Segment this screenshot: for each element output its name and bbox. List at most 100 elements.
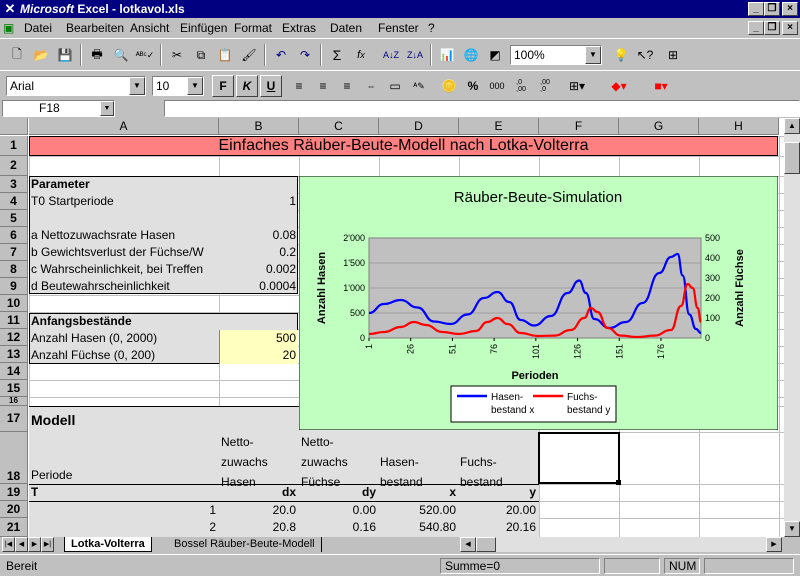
new-file-icon[interactable]: 🗋 — [6, 44, 28, 66]
select-all-corner[interactable] — [0, 118, 28, 135]
r20-d[interactable]: 520.00 — [380, 503, 456, 517]
minimize-icon[interactable]: _ — [748, 2, 764, 16]
col-b-header[interactable]: Netto- zuwachs Hasen — [221, 432, 268, 492]
spreadsheet-grid[interactable]: ABCDEFGH 1 2 3 4 5 6 7 8 9 10 11 12 13 14 15 16 17 18 19 20… — [0, 118, 784, 537]
save-icon[interactable]: 💾 — [54, 44, 76, 66]
col-header-c[interactable]: C — [299, 118, 379, 135]
document-icon[interactable]: ▣ — [3, 21, 14, 35]
borders-icon[interactable]: ⊞▾ — [566, 75, 588, 97]
col-c-header[interactable]: Netto- zuwachs Füchse — [301, 432, 348, 492]
tab-first-icon[interactable]: |◀ — [2, 537, 15, 552]
percent-button[interactable]: % — [462, 75, 484, 97]
align-left-icon[interactable]: ≡ — [288, 75, 310, 97]
align-right-icon[interactable]: ≡ — [336, 75, 358, 97]
tab-last-icon[interactable]: ▶| — [41, 537, 54, 552]
zoom-select[interactable]: 100% ▼ — [510, 45, 602, 65]
tab-prev-icon[interactable]: ◀ — [15, 537, 28, 552]
row-header-21[interactable]: 21 — [0, 518, 28, 537]
t0-value[interactable]: 1 — [220, 194, 296, 208]
row-header-11[interactable]: 11 — [0, 312, 28, 329]
b-value[interactable]: 0.2 — [220, 245, 296, 259]
row-header-19[interactable]: 19 — [0, 484, 28, 501]
row-header-12[interactable]: 12 — [0, 329, 28, 346]
grid-icon[interactable]: ⊞ — [662, 44, 684, 66]
function-icon[interactable]: fx — [350, 44, 372, 66]
scroll-up-icon[interactable]: ▲ — [784, 118, 800, 134]
a-label[interactable]: a Nettozuwachsrate Hasen — [31, 228, 175, 242]
copy-icon[interactable]: ⧉ — [190, 44, 212, 66]
col-header-d[interactable]: D — [379, 118, 459, 135]
r19-e[interactable]: y — [460, 485, 536, 499]
increase-decimal-button[interactable]: ,0 ,00 — [510, 75, 532, 97]
row-header-14[interactable]: 14 — [0, 363, 28, 380]
row-header-18[interactable]: 18 — [0, 432, 28, 484]
name-box[interactable]: F18 ▼ — [2, 100, 115, 117]
style-icon[interactable]: ᴬ✎ — [408, 75, 430, 97]
border-box-icon[interactable]: ▭ — [384, 75, 406, 97]
fill-handle[interactable] — [616, 480, 621, 485]
cut-icon[interactable]: ✂ — [166, 44, 188, 66]
thousands-button[interactable]: 000 — [486, 75, 508, 97]
bold-button[interactable]: F — [212, 75, 234, 97]
r20-b[interactable]: 20.0 — [220, 503, 296, 517]
horizontal-scrollbar[interactable]: ◀ ▶ — [460, 537, 782, 552]
r20-c[interactable]: 0.00 — [300, 503, 376, 517]
print-preview-icon[interactable]: 🔍 — [110, 44, 132, 66]
r21-b[interactable]: 20.8 — [220, 520, 296, 534]
r19-a[interactable]: T — [31, 485, 38, 499]
hasen-input[interactable]: 500 — [220, 331, 296, 345]
row-header-3[interactable]: 3 — [0, 176, 28, 193]
scroll-down-icon[interactable]: ▼ — [784, 521, 800, 537]
periode-label[interactable]: Periode — [31, 468, 72, 482]
r21-e[interactable]: 20.16 — [460, 520, 536, 534]
hscroll-thumb[interactable] — [476, 537, 496, 552]
spellcheck-icon[interactable]: ᴬᴮᶜ✓ — [134, 44, 156, 66]
close-icon[interactable]: × — [782, 2, 798, 16]
col-header-g[interactable]: G — [619, 118, 699, 135]
row-header-4[interactable]: 4 — [0, 193, 28, 210]
b-label[interactable]: b Gewichtsverlust der Füchse/W — [31, 245, 204, 259]
r21-d[interactable]: 540.80 — [380, 520, 456, 534]
d-label[interactable]: d Beutewahrscheinlichkeit — [31, 279, 170, 293]
font-color-icon[interactable]: ■▾ — [650, 75, 672, 97]
tab-lotka-volterra[interactable]: Lotka-Volterra — [64, 537, 152, 552]
tab-bossel[interactable]: Bossel Räuber-Beute-Modell — [168, 537, 322, 552]
undo-icon[interactable]: ↶ — [270, 44, 292, 66]
fuechse-label[interactable]: Anzahl Füchse (0, 200) — [31, 348, 155, 362]
italic-button[interactable]: K — [236, 75, 258, 97]
selected-cell-f18[interactable] — [538, 432, 620, 484]
vertical-scrollbar[interactable]: ▲ ▼ — [784, 118, 800, 537]
doc-close-icon[interactable]: × — [782, 21, 798, 35]
r20-e[interactable]: 20.00 — [460, 503, 536, 517]
menu-format[interactable]: Format — [234, 21, 272, 35]
predator-prey-chart[interactable]: Räuber-Beute-Simulation 0 500 1'000 1'500 2'… — [299, 176, 778, 430]
fuechse-input[interactable]: 20 — [220, 348, 296, 362]
row-header-13[interactable]: 13 — [0, 346, 28, 363]
menu-datei[interactable]: Datei — [24, 21, 52, 35]
r19-c[interactable]: dy — [300, 485, 376, 499]
row-header-15[interactable]: 15 — [0, 380, 28, 397]
r21-c[interactable]: 0.16 — [300, 520, 376, 534]
c-label[interactable]: c Wahrscheinlichkeit, bei Treffen — [31, 262, 203, 276]
fill-color-icon[interactable]: ◆▾ — [608, 75, 630, 97]
row-header-5[interactable]: 5 — [0, 210, 28, 227]
d-value[interactable]: 0.0004 — [220, 279, 296, 293]
print-icon[interactable]: 🖶 — [86, 44, 108, 66]
font-select[interactable]: Arial ▼ — [6, 76, 146, 96]
doc-minimize-icon[interactable]: _ — [748, 21, 764, 35]
menu-extras[interactable]: Extras — [282, 21, 316, 35]
menu-daten[interactable]: Daten — [330, 21, 362, 35]
r20-a[interactable]: 1 — [140, 503, 216, 517]
c-value[interactable]: 0.002 — [220, 262, 296, 276]
sort-desc-icon[interactable]: Z↓A — [404, 44, 426, 66]
sort-asc-icon[interactable]: A↓Z — [380, 44, 402, 66]
row-header-8[interactable]: 8 — [0, 261, 28, 278]
row-header-1[interactable]: 1 — [0, 136, 28, 156]
tab-next-icon[interactable]: ▶ — [28, 537, 41, 552]
init-header[interactable]: Anfangsbestände — [31, 314, 132, 328]
help-pointer-icon[interactable]: ↖? — [634, 44, 656, 66]
row-header-16[interactable]: 16 — [0, 397, 28, 406]
tip-wizard-icon[interactable]: 💡 — [610, 44, 632, 66]
redo-icon[interactable]: ↷ — [294, 44, 316, 66]
formula-input[interactable] — [164, 100, 800, 117]
